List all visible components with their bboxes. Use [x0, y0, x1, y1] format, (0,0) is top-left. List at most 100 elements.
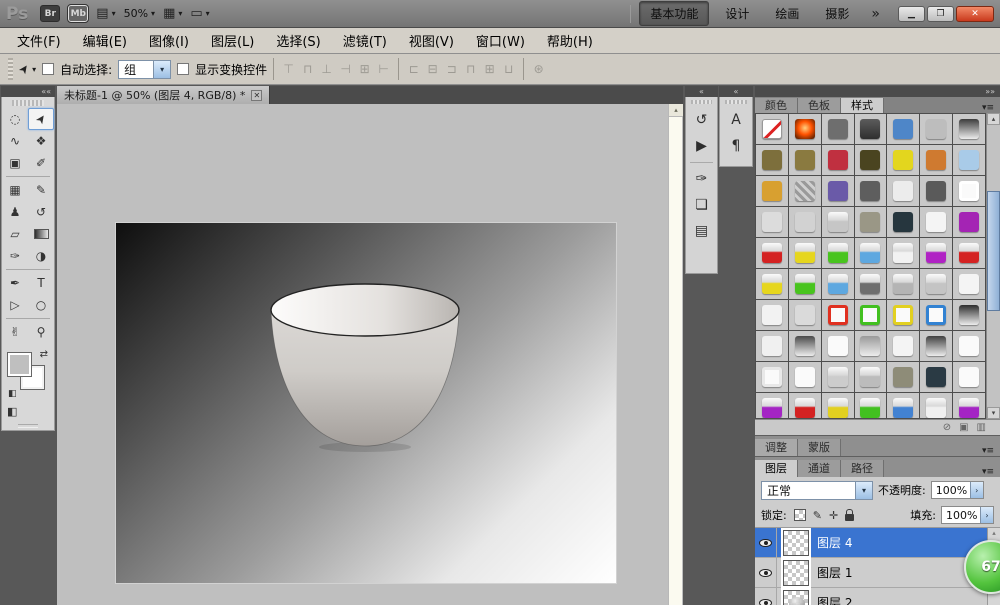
style-swatch[interactable]	[756, 300, 788, 330]
style-swatch[interactable]	[953, 331, 985, 361]
menu-item[interactable]: 文件(F)	[6, 31, 72, 50]
style-swatch[interactable]	[887, 207, 919, 237]
screen-mode-control[interactable]: ▭ ▾	[190, 7, 209, 20]
style-swatch[interactable]	[789, 331, 821, 361]
style-swatch[interactable]	[920, 331, 952, 361]
distribute-horizontal-centers-icon[interactable]: ⊞	[481, 62, 498, 76]
smudge-tool[interactable]: ✑	[2, 245, 28, 267]
distribute-vertical-centers-icon[interactable]: ⊟	[424, 62, 441, 76]
layer-row[interactable]: 图层 4	[755, 528, 987, 558]
style-swatch[interactable]	[920, 362, 952, 392]
styles-scrollbar[interactable]: ▴ ▾	[986, 113, 1000, 419]
panel-menu-icon[interactable]: ▾≡	[976, 103, 1000, 113]
style-swatch[interactable]	[855, 269, 887, 299]
distribute-left-edges-icon[interactable]: ⊓	[462, 62, 479, 76]
tab-颜色[interactable]: 颜色	[755, 98, 798, 113]
history-brush-tool[interactable]: ↺	[28, 201, 54, 223]
clear-style-icon[interactable]: ⊘	[943, 422, 951, 433]
style-swatch[interactable]	[756, 362, 788, 392]
burn-tool[interactable]: ◑	[28, 245, 54, 267]
brush-tool[interactable]: ✎	[28, 179, 54, 201]
style-swatch[interactable]	[887, 331, 919, 361]
minimize-button[interactable]: ▁	[898, 6, 925, 22]
style-swatch[interactable]	[920, 393, 952, 419]
menu-item[interactable]: 滤镜(T)	[332, 31, 398, 50]
style-swatch[interactable]	[953, 269, 985, 299]
style-swatch[interactable]	[887, 269, 919, 299]
style-swatch[interactable]	[953, 300, 985, 330]
mini-panel-header-1[interactable]: «	[685, 86, 718, 97]
style-swatch[interactable]	[756, 269, 788, 299]
close-button[interactable]: ✕	[956, 6, 994, 22]
ellipse-tool[interactable]: ○	[28, 294, 54, 316]
style-swatch[interactable]	[920, 114, 952, 144]
hand-tool[interactable]: ✌	[2, 321, 28, 343]
scroll-down-icon[interactable]: ▾	[987, 407, 1000, 419]
history-panel-icon[interactable]: ↺	[686, 107, 717, 133]
tab-调整[interactable]: 调整	[755, 439, 798, 456]
foreground-color-swatch[interactable]	[8, 353, 31, 376]
style-swatch[interactable]	[855, 207, 887, 237]
style-swatch[interactable]	[855, 393, 887, 419]
arrange-documents-control[interactable]: ▦ ▾	[163, 7, 182, 20]
style-swatch[interactable]	[756, 331, 788, 361]
scroll-up-icon[interactable]: ▴	[669, 104, 683, 117]
lasso-tool[interactable]: ∿	[2, 130, 28, 152]
style-swatch[interactable]	[887, 362, 919, 392]
move-tool-preset[interactable]: ➤ ▾	[19, 62, 36, 76]
lock-all-icon[interactable]	[845, 514, 854, 521]
lock-transparency-icon[interactable]	[794, 509, 806, 521]
style-swatch[interactable]	[887, 238, 919, 268]
style-swatch[interactable]	[855, 238, 887, 268]
style-swatch[interactable]	[822, 207, 854, 237]
style-swatch[interactable]	[953, 362, 985, 392]
auto-align-layers-icon[interactable]: ⊛	[530, 62, 547, 76]
layer-row[interactable]: 图层 1	[755, 558, 987, 588]
style-swatch[interactable]	[920, 238, 952, 268]
workspace-button[interactable]: 摄影	[815, 2, 859, 25]
document-tab[interactable]: 未标题-1 @ 50% (图层 4, RGB/8) * ✕	[57, 86, 270, 104]
style-swatch[interactable]	[789, 176, 821, 206]
style-swatch[interactable]	[920, 176, 952, 206]
style-swatch[interactable]	[822, 176, 854, 206]
canvas-vertical-scrollbar[interactable]: ▴	[668, 104, 682, 605]
tab-样式[interactable]: 样式	[841, 98, 884, 113]
style-swatch[interactable]	[822, 238, 854, 268]
distribute-top-edges-icon[interactable]: ⊏	[405, 62, 422, 76]
align-right-edges-icon[interactable]: ⊢	[375, 62, 392, 76]
style-swatch[interactable]	[887, 114, 919, 144]
style-swatch[interactable]	[855, 331, 887, 361]
brushes-panel-icon[interactable]: ✑	[686, 166, 717, 192]
panel-menu-icon[interactable]: ▾≡	[976, 446, 1000, 456]
style-swatch[interactable]	[789, 207, 821, 237]
paragraph-panel-icon[interactable]: ¶	[720, 133, 752, 159]
menu-item[interactable]: 窗口(W)	[465, 31, 536, 50]
style-swatch[interactable]	[756, 238, 788, 268]
style-swatch[interactable]	[789, 300, 821, 330]
style-swatch[interactable]	[920, 269, 952, 299]
style-swatch[interactable]	[822, 300, 854, 330]
mini-panel-header-2[interactable]: «	[719, 86, 753, 97]
document-image[interactable]	[116, 223, 616, 583]
fill-field[interactable]: 100% ›	[941, 506, 994, 524]
style-swatch[interactable]	[822, 393, 854, 419]
style-swatch[interactable]	[822, 114, 854, 144]
clone-stamp-tool[interactable]: ♟	[2, 201, 28, 223]
auto-select-checkbox[interactable]	[42, 63, 54, 75]
pen-tool[interactable]: ✒	[2, 272, 28, 294]
minibridge-button[interactable]: Mb	[68, 5, 88, 22]
quick-selection-tool[interactable]: ❖	[28, 130, 54, 152]
move-tool[interactable]: ➤	[28, 108, 54, 130]
eraser-tool[interactable]: ▱	[2, 223, 28, 245]
style-swatch[interactable]	[756, 114, 788, 144]
scroll-thumb[interactable]	[987, 191, 1000, 311]
default-colors-icon[interactable]: ◧	[8, 389, 17, 399]
canvas-area[interactable]: ▴	[57, 104, 683, 605]
zoom-tool[interactable]: ⚲	[28, 321, 54, 343]
style-swatch[interactable]	[789, 114, 821, 144]
visibility-toggle[interactable]	[755, 528, 777, 557]
style-swatch[interactable]	[789, 269, 821, 299]
style-swatch[interactable]	[822, 362, 854, 392]
show-transform-checkbox[interactable]	[177, 63, 189, 75]
crop-tool[interactable]: ▣	[2, 152, 28, 174]
